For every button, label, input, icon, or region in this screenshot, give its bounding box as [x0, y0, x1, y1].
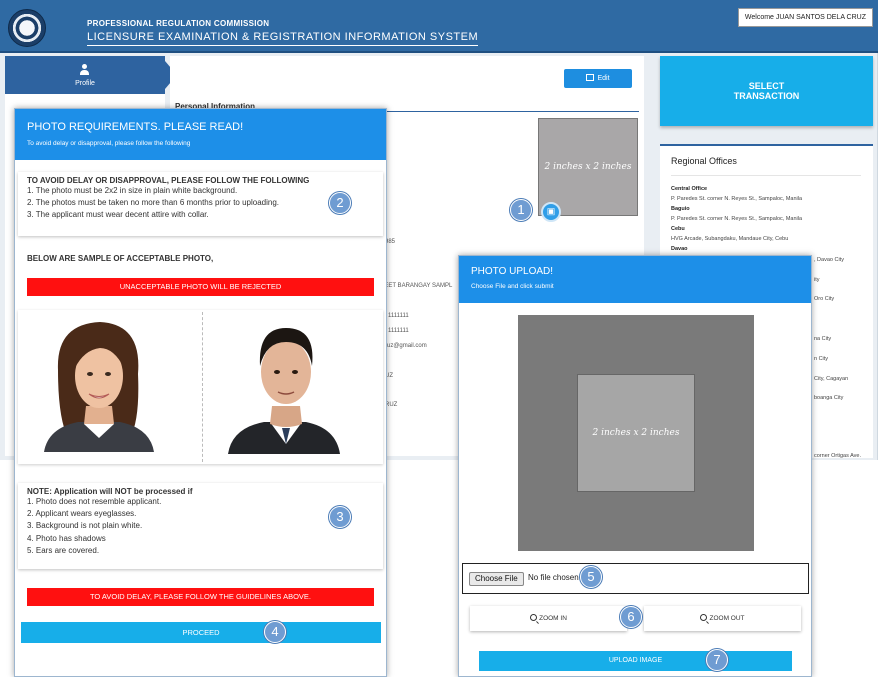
- file-input-row: Choose File No file chosen: [462, 563, 809, 594]
- office-address: P. Paredes St. corner N. Reyes St., Samp…: [671, 216, 803, 222]
- note-item: 4. Photo has shadows: [27, 533, 106, 543]
- crop-box[interactable]: 2 inches x 2 inches: [577, 374, 695, 492]
- prc-seal-logo: [8, 9, 46, 47]
- partial-text: corner Ortigas Ave.: [814, 453, 861, 459]
- org-name: PROFESSIONAL REGULATION COMMISSION: [87, 19, 270, 28]
- sample-photo-male: [228, 328, 340, 454]
- user-icon: [80, 64, 89, 76]
- partial-text: 1111111: [388, 328, 409, 334]
- rule-item: 3. The applicant must wear decent attire…: [27, 210, 209, 220]
- office-city: Davao: [671, 246, 688, 252]
- modal-title: PHOTO REQUIREMENTS. PLEASE READ!: [27, 121, 244, 133]
- modal-header: PHOTO UPLOAD! Choose File and click subm…: [459, 256, 811, 303]
- choose-file-button[interactable]: Choose File: [469, 572, 524, 586]
- callout-7: 7: [706, 649, 728, 671]
- zoom-in-button[interactable]: ZOOM IN: [470, 606, 627, 631]
- rules-heading: TO AVOID DELAY OR DISAPPROVAL, PLEASE FO…: [27, 176, 310, 185]
- edit-label: Edit: [597, 75, 610, 82]
- callout-3: 3: [329, 506, 351, 528]
- notes-heading: NOTE: Application will NOT be processed …: [27, 487, 193, 496]
- sidebar-item-profile[interactable]: Profile: [5, 56, 177, 94]
- partial-text: n City: [814, 356, 829, 362]
- offices-title: Regional Offices: [671, 156, 737, 166]
- note-item: 3. Background is not plain white.: [27, 521, 143, 531]
- partial-text: na City: [814, 336, 832, 342]
- modal-title: PHOTO UPLOAD!: [471, 266, 554, 277]
- edit-icon: [586, 74, 595, 81]
- office-city: Baguio: [671, 206, 690, 212]
- callout-6: 6: [620, 606, 642, 628]
- callout-1: 1: [510, 199, 532, 221]
- partial-text: cruz@gmail.com: [382, 343, 427, 349]
- select-transaction-button[interactable]: SELECT TRANSACTION: [660, 56, 873, 126]
- partial-text: ity: [814, 277, 820, 283]
- warning-banner: UNACCEPTABLE PHOTO WILL BE REJECTED: [27, 278, 374, 296]
- partial-text: , Davao City: [814, 257, 844, 263]
- office-city: Central Office: [671, 186, 708, 192]
- welcome-user[interactable]: Welcome JUAN SANTOS DELA CRUZ: [737, 8, 873, 27]
- divider: [671, 175, 861, 176]
- file-status: No file chosen: [528, 573, 579, 582]
- sidebar-item-label: Profile: [75, 80, 95, 87]
- zoom-in-label: ZOOM IN: [539, 615, 567, 622]
- office-city: Cebu: [671, 226, 685, 232]
- guideline-banner: TO AVOID DELAY, PLEASE FOLLOW THE GUIDEL…: [27, 588, 374, 606]
- partial-text: City, Cagayan: [814, 376, 849, 382]
- top-header: PROFESSIONAL REGULATION COMMISSION LICEN…: [0, 0, 878, 53]
- samples-heading: BELOW ARE SAMPLE OF ACCEPTABLE PHOTO,: [27, 254, 214, 263]
- modal-subtitle: Choose File and click submit: [471, 283, 554, 290]
- callout-5: 5: [580, 566, 602, 588]
- zoom-out-icon: [700, 614, 708, 621]
- system-name: LICENSURE EXAMINATION & REGISTRATION INF…: [87, 31, 479, 46]
- zoom-in-icon: [530, 614, 538, 621]
- modal-header: PHOTO REQUIREMENTS. PLEASE READ! To avoi…: [15, 109, 386, 160]
- partial-text: Oro City: [814, 296, 835, 302]
- note-item: 1. Photo does not resemble applicant.: [27, 497, 162, 506]
- photo-requirements-modal: PHOTO REQUIREMENTS. PLEASE READ! To avoi…: [14, 108, 387, 677]
- rule-item: 2. The photos must be taken no more than…: [27, 198, 280, 208]
- zoom-out-label: ZOOM OUT: [709, 615, 745, 622]
- notes-card: NOTE: Application will NOT be processed …: [18, 483, 383, 569]
- office-address: HVG Arcade, Subangdaku, Mandaue City, Ce…: [671, 236, 789, 242]
- partial-text: boanga City: [814, 395, 844, 401]
- upload-image-button[interactable]: UPLOAD IMAGE: [479, 651, 792, 671]
- rule-item: 1. The photo must be 2x2 in size in plai…: [27, 186, 238, 195]
- proceed-button[interactable]: PROCEED: [21, 622, 381, 643]
- edit-button[interactable]: Edit: [564, 69, 632, 88]
- partial-text: 1111111: [388, 313, 409, 319]
- callout-2: 2: [329, 192, 351, 214]
- callout-4: 4: [264, 621, 286, 643]
- modal-subtitle: To avoid delay or disapproval, please fo…: [27, 140, 191, 147]
- note-item: 2. Applicant wears eyeglasses.: [27, 509, 137, 519]
- note-item: 5. Ears are covered.: [27, 545, 100, 555]
- camera-icon[interactable]: ▣: [541, 202, 561, 222]
- office-address: P. Paredes St. corner N. Reyes St., Samp…: [671, 196, 803, 202]
- crop-canvas[interactable]: 2 inches x 2 inches: [518, 315, 754, 551]
- sample-photos: [18, 310, 383, 464]
- zoom-out-button[interactable]: ZOOM OUT: [644, 606, 801, 631]
- partial-text: REET BARANGAY SAMPL: [380, 283, 453, 289]
